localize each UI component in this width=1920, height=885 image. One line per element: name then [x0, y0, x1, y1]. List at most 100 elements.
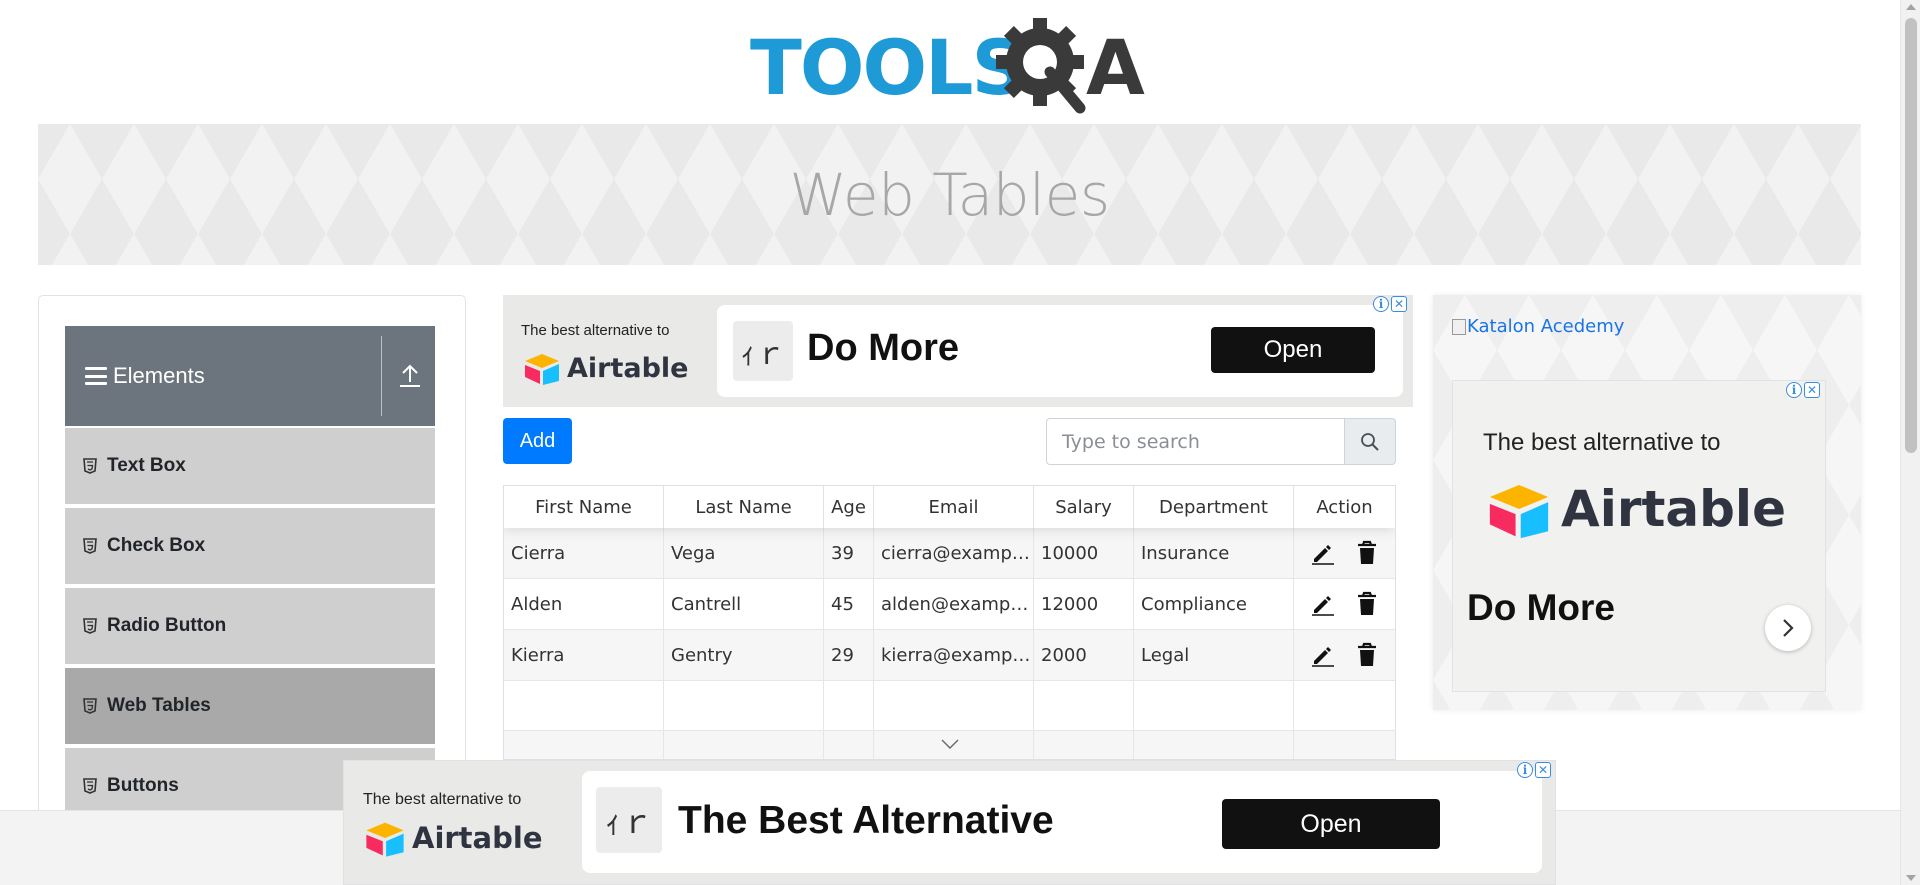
airtable-brand: Airtable [412, 821, 543, 855]
sidebar-item-text-box[interactable]: Text Box [65, 426, 435, 504]
sidebar-item-web-tables[interactable]: Web Tables [65, 666, 435, 744]
ad-headline: Do More [807, 327, 959, 369]
search-input[interactable] [1046, 418, 1345, 465]
cell-age: 39 [824, 528, 874, 578]
html5-icon [83, 698, 97, 714]
sidebar-item-check-box[interactable]: Check Box [65, 506, 435, 584]
col-header-action: Action [1316, 496, 1373, 518]
edit-pencil-icon[interactable] [1310, 540, 1336, 566]
ad-headline: Do More [1467, 587, 1615, 628]
cell-salary: 12000 [1034, 579, 1134, 629]
ad-choices[interactable]: i ✕ [1786, 382, 1820, 398]
cell-action [1294, 528, 1395, 578]
sidebar-item-label: Web Tables [107, 695, 211, 716]
airtable-icon [1489, 485, 1549, 539]
scrollbar-thumb[interactable] [1905, 18, 1917, 453]
sidebar-item-label: Buttons [107, 775, 179, 796]
cell-email: kierra@example.com [874, 630, 1034, 680]
ad-tagline: The best alternative to [521, 322, 670, 339]
cell-department: Insurance [1134, 528, 1294, 578]
logo-text-a: A [1086, 23, 1145, 112]
chevron-right-icon [1783, 619, 1794, 637]
sidebar-item-label: Text Box [107, 455, 186, 476]
ad-card-right[interactable]: The best alternative to Airtable Do More… [1452, 380, 1826, 692]
airtable-logo: Airtable [362, 819, 543, 857]
ad-close-icon: ✕ [1535, 762, 1551, 778]
edit-pencil-icon[interactable] [1310, 591, 1336, 617]
cell-action [1294, 579, 1395, 629]
ad-next-button[interactable] [1765, 605, 1811, 651]
search-icon [1361, 432, 1379, 451]
cell-age: 45 [824, 579, 874, 629]
col-header-age[interactable]: Age [824, 486, 874, 528]
ad-open-button[interactable]: Open [1211, 327, 1375, 373]
airtable-logo: Airtable [521, 351, 689, 385]
col-header-email[interactable]: Email [874, 486, 1034, 528]
page-scrollbar[interactable] [1900, 0, 1920, 885]
sidebar-item-radio-button[interactable]: Radio Button [65, 586, 435, 664]
sidebar-item-label: Check Box [107, 535, 206, 556]
col-header-department[interactable]: Department [1134, 486, 1294, 528]
ad-info-icon: i [1373, 296, 1389, 312]
ad-close-icon: ✕ [1804, 382, 1820, 398]
web-table: First Name Last Name Age Email Salary De… [503, 485, 1396, 760]
hamburger-icon [85, 367, 107, 385]
ad-card[interactable]: ｨｒ The Best Alternative Open [582, 771, 1542, 873]
sidebar-group-title: Elements [113, 363, 205, 388]
airtable-icon [366, 822, 404, 857]
airtable-icon [525, 354, 559, 385]
html5-icon [83, 538, 97, 554]
delete-trash-icon[interactable] [1354, 540, 1380, 566]
page-title: Web Tables [789, 160, 1110, 229]
scroll-up-icon[interactable] [1906, 4, 1916, 10]
ad-headline: The Best Alternative [678, 799, 1054, 842]
ad-info-icon: i [1517, 762, 1533, 778]
ad-tagline: The best alternative to [1483, 429, 1721, 456]
ad-open-button[interactable]: Open [1222, 799, 1440, 849]
ad-app-icon: ｨｒ [596, 787, 662, 853]
ad-tagline: The best alternative to [363, 791, 522, 808]
cell-salary: 2000 [1034, 630, 1134, 680]
ad-choices[interactable]: i ✕ [1373, 296, 1407, 312]
airtable-logo: Airtable [1483, 479, 1786, 539]
airtable-brand: Airtable [1561, 480, 1786, 538]
cell-email: cierra@example.com [874, 528, 1034, 578]
logo-text-tools: TOOLS [750, 23, 1024, 112]
add-record-button[interactable]: Add [503, 418, 572, 464]
delete-trash-icon[interactable] [1354, 591, 1380, 617]
cell-department: Legal [1134, 630, 1294, 680]
ad-card[interactable]: ｨｒ Do More Open [717, 305, 1403, 397]
ad-banner-bottom[interactable]: The best alternative to Airtable ｨｒ The … [343, 760, 1556, 885]
sidebar-item-label: Radio Button [107, 615, 227, 636]
cell-salary: 10000 [1034, 528, 1134, 578]
cell-action [1294, 630, 1395, 680]
toolsqa-logo[interactable]: TOOLS A [750, 18, 1152, 114]
delete-trash-icon[interactable] [1354, 642, 1380, 668]
katalon-academy-link[interactable]: Katalon Acedemy [1452, 316, 1624, 337]
col-header-last-name[interactable]: Last Name [664, 486, 824, 528]
table-row: Alden Cantrell 45 alden@example.com 1200… [504, 579, 1395, 630]
cell-last-name: Vega [664, 528, 824, 578]
ad-app-icon: ｨｒ [733, 321, 793, 381]
broken-image-icon [1452, 318, 1466, 335]
html5-icon [83, 618, 97, 634]
ad-banner-top[interactable]: The best alternative to Airtable ｨｒ Do M… [503, 295, 1413, 407]
sidebar-group-elements[interactable]: Elements [65, 326, 435, 426]
col-header-salary[interactable]: Salary [1034, 486, 1134, 528]
cell-first-name: Kierra [504, 630, 664, 680]
collapse-arrow-icon[interactable] [397, 362, 423, 390]
edit-pencil-icon[interactable] [1310, 642, 1336, 668]
cell-age: 29 [824, 630, 874, 680]
cell-department: Compliance [1134, 579, 1294, 629]
ad-choices[interactable]: i ✕ [1517, 762, 1551, 778]
col-header-first-name[interactable]: First Name [504, 486, 664, 528]
katalon-link-text[interactable]: Katalon Acedemy [1467, 316, 1624, 337]
chevron-down-icon [941, 739, 959, 749]
search-button[interactable] [1345, 418, 1396, 465]
ad-close-icon: ✕ [1391, 296, 1407, 312]
table-row: Kierra Gentry 29 kierra@example.com 2000… [504, 630, 1395, 681]
cell-last-name: Gentry [664, 630, 824, 680]
divider [381, 336, 382, 416]
scroll-down-icon[interactable] [1906, 875, 1916, 881]
table-row-empty [504, 681, 1395, 731]
